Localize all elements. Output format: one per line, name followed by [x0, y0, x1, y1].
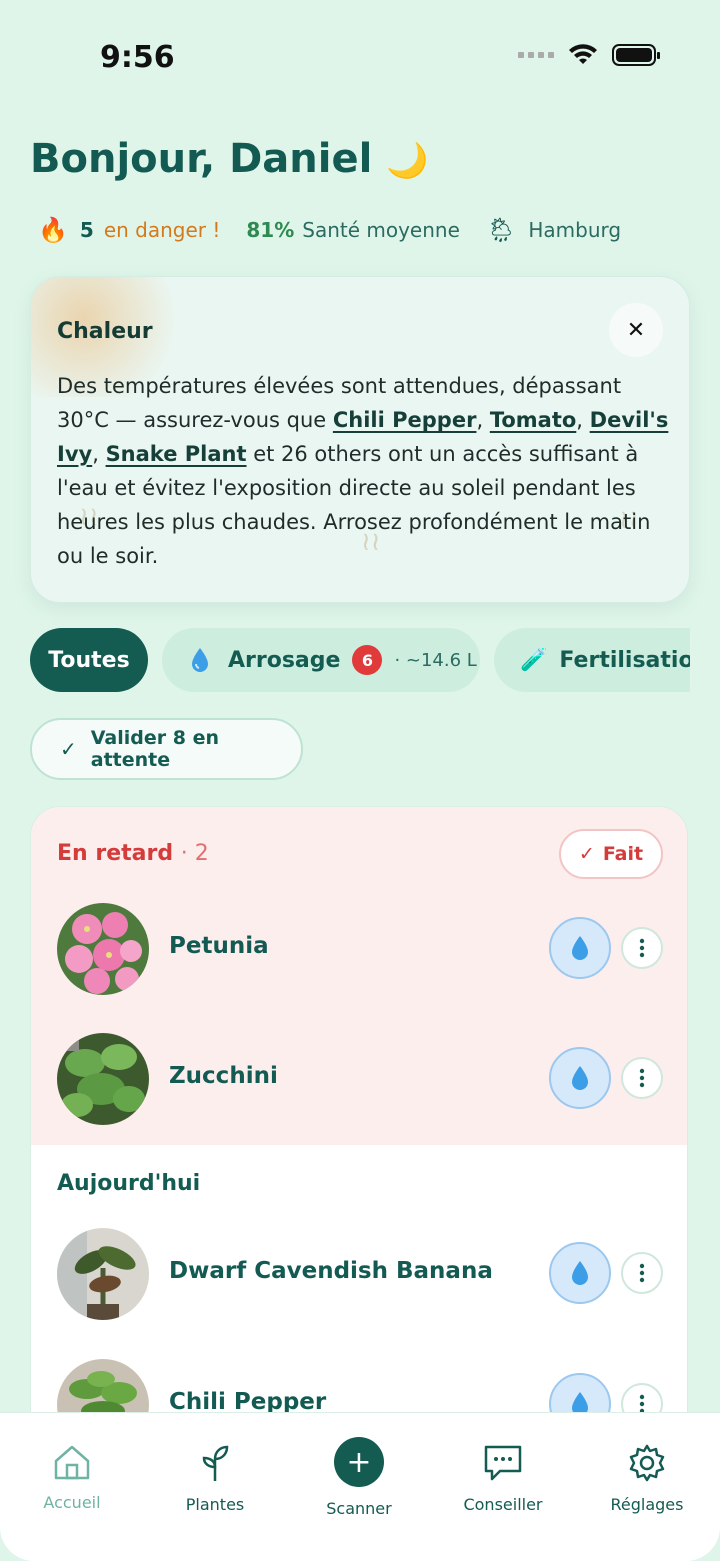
more-vertical-icon: [639, 938, 645, 958]
nav-home[interactable]: Accueil: [12, 1443, 132, 1512]
water-plant-button[interactable]: [549, 917, 611, 979]
late-section-title: En retard · 2: [57, 841, 209, 866]
close-icon: ✕: [626, 317, 646, 343]
moon-icon: 🌙: [386, 141, 429, 181]
watering-count-badge: 6: [352, 645, 383, 675]
check-icon: ✓: [578, 843, 595, 865]
today-section-title: Aujourd'hui: [57, 1171, 201, 1196]
greeting-text: Bonjour, Daniel: [30, 136, 373, 182]
more-options-button[interactable]: [621, 927, 663, 969]
page-title: Bonjour, Daniel 🌙: [30, 136, 429, 182]
water-plant-button[interactable]: [549, 1047, 611, 1109]
more-options-button[interactable]: [621, 1057, 663, 1099]
nav-home-label: Accueil: [43, 1493, 101, 1512]
task-list: En retard · 2 ✓ Fait Petunia Zucchini Au…: [30, 806, 688, 1446]
sprout-icon: [202, 1445, 229, 1481]
list-item[interactable]: Petunia: [31, 903, 687, 999]
alert-title: Chaleur: [57, 319, 153, 344]
late-count: · 2: [180, 841, 209, 866]
late-section: En retard · 2 ✓ Fait Petunia Zucchini: [31, 807, 687, 1145]
weather-icon: 🌦: [485, 216, 517, 244]
filter-fertilization-label: Fertilisation: [559, 647, 690, 673]
bottom-navigation: Accueil Plantes + Scanner Conseiller Rég…: [0, 1412, 720, 1561]
chat-icon: [484, 1445, 522, 1481]
battery-icon: [612, 44, 660, 66]
plant-avatar: [57, 1228, 149, 1320]
danger-label[interactable]: en danger !: [104, 218, 221, 242]
fire-icon: 🔥: [38, 216, 68, 244]
signal-icon: [518, 52, 554, 58]
city-label: Hamburg: [528, 218, 622, 242]
status-time: 9:56: [100, 40, 175, 75]
app-screen: 9:56 Bonjour, Daniel 🌙 🔥 5 en danger ! 8…: [0, 0, 720, 1561]
nav-plants-label: Plantes: [185, 1495, 245, 1514]
alert-plant-link[interactable]: Chili Pepper: [333, 408, 477, 432]
nav-advisor[interactable]: Conseiller: [443, 1443, 563, 1514]
status-icons: [518, 44, 660, 66]
list-item[interactable]: Dwarf Cavendish Banana: [31, 1228, 687, 1324]
filter-fertilization-chip[interactable]: 🧪 Fertilisation: [494, 628, 690, 692]
plant-name: Zucchini: [169, 1063, 278, 1089]
filter-watering-label: Arrosage: [228, 647, 341, 673]
plant-name: Dwarf Cavendish Banana: [169, 1258, 493, 1284]
water-drop-icon: [572, 1066, 588, 1090]
more-options-button[interactable]: [621, 1252, 663, 1294]
nav-advisor-label: Conseiller: [463, 1495, 543, 1514]
water-drop-icon: [192, 648, 208, 672]
alert-plant-link[interactable]: Tomato: [490, 408, 576, 432]
validate-pending-label: Valider 8 en attente: [90, 727, 219, 771]
filter-watering-chip[interactable]: Arrosage 6 · ~14.6 L: [162, 628, 480, 692]
health-percent: 81%: [246, 218, 295, 242]
nav-settings[interactable]: Réglages: [587, 1443, 707, 1514]
list-item[interactable]: Zucchini: [31, 1033, 687, 1129]
mark-done-button[interactable]: ✓ Fait: [559, 829, 663, 879]
heat-alert-card: ≀≀ ≀≀ ≀≀ Chaleur ✕ Des températures élev…: [30, 276, 690, 603]
plant-avatar: [57, 1033, 149, 1125]
stats-bar: 🔥 5 en danger ! 81% Santé moyenne 🌦 Hamb…: [38, 216, 621, 244]
filter-all-chip[interactable]: Toutes: [30, 628, 148, 692]
nav-settings-label: Réglages: [610, 1495, 684, 1514]
plant-name: Petunia: [169, 933, 269, 959]
test-tube-icon: 🧪: [520, 647, 548, 673]
late-title-text: En retard: [57, 841, 174, 866]
water-drop-icon: [572, 1261, 588, 1285]
danger-count: 5: [79, 218, 94, 242]
nav-plants[interactable]: Plantes: [155, 1443, 275, 1514]
watering-volume: · ~14.6 L: [394, 649, 477, 671]
wifi-icon: [569, 44, 597, 64]
nav-scan[interactable]: + Scanner: [299, 1437, 419, 1518]
more-vertical-icon: [639, 1263, 645, 1283]
filter-chips: Toutes Arrosage 6 · ~14.6 L 🧪 Fertilisat…: [30, 628, 690, 692]
more-vertical-icon: [639, 1394, 645, 1414]
plant-avatar: [57, 903, 149, 995]
health-label: Santé moyenne: [302, 218, 460, 242]
water-plant-button[interactable]: [549, 1242, 611, 1304]
check-icon: ✓: [60, 737, 77, 761]
validate-pending-button[interactable]: ✓ Valider 8 en attente: [30, 718, 303, 780]
alert-plant-link[interactable]: Snake Plant: [106, 442, 247, 466]
home-icon: [54, 1445, 90, 1480]
more-vertical-icon: [639, 1068, 645, 1088]
water-drop-icon: [572, 936, 588, 960]
close-alert-button[interactable]: ✕: [609, 303, 663, 357]
done-label: Fait: [602, 843, 644, 865]
alert-text: Des températures élevées sont attendues,…: [57, 374, 669, 568]
gear-icon: [629, 1444, 665, 1482]
nav-scan-label: Scanner: [326, 1499, 392, 1518]
plus-icon: +: [334, 1437, 384, 1487]
